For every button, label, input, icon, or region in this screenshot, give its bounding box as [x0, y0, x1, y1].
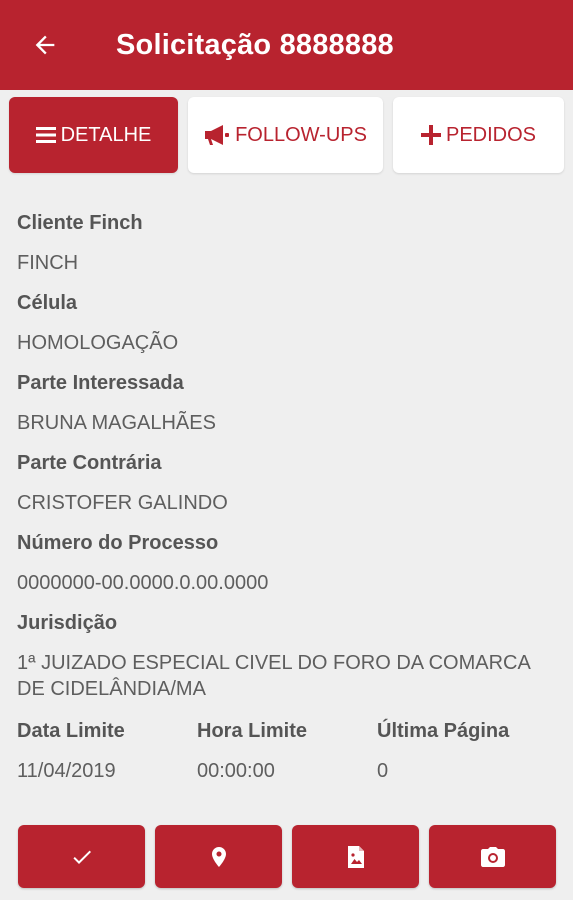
tab-follow-ups[interactable]: FOLLOW-UPS — [188, 97, 383, 173]
tab-detalhe-label: DETALHE — [60, 123, 152, 146]
megaphone-icon — [204, 124, 230, 146]
camera-button[interactable] — [429, 825, 556, 888]
data-limite-value: 11/04/2019 — [17, 760, 116, 782]
location-button[interactable] — [155, 825, 282, 888]
deadline-row-labels: Data Limite Hora Limite Última Página — [17, 716, 557, 756]
jurisdicao-label: Jurisdição — [17, 612, 118, 634]
tab-follow-ups-label: FOLLOW-UPS — [235, 123, 367, 146]
back-button[interactable] — [0, 0, 90, 90]
details-panel: Cliente Finch FINCH Célula HOMOLOGAÇÃO P… — [17, 208, 557, 796]
page-title: Solicitação 8888888 — [116, 28, 394, 61]
celula-label: Célula — [17, 292, 78, 314]
checkmark-icon — [72, 850, 91, 864]
parte-interessada-label: Parte Interessada — [17, 372, 184, 394]
parte-interessada-value: BRUNA MAGALHÃES — [17, 412, 216, 434]
app-screen: Solicitação 8888888 DETALHE FOLLOW-UPS P… — [0, 0, 573, 900]
numero-processo-label: Número do Processo — [17, 532, 219, 554]
menu-lines-icon — [35, 126, 56, 144]
tab-detalhe[interactable]: DETALHE — [9, 97, 178, 173]
plus-icon — [420, 125, 441, 145]
app-bar: Solicitação 8888888 — [0, 0, 573, 90]
ultima-pagina-label: Última Página — [377, 720, 510, 742]
jurisdicao-value: 1ª JUIZADO ESPECIAL CIVEL DO FORO DA COM… — [17, 652, 530, 700]
hora-limite-value: 00:00:00 — [197, 760, 275, 782]
cliente-value: FINCH — [17, 252, 79, 274]
attach-image-button[interactable] — [292, 825, 419, 888]
deadline-row-values: 11/04/2019 00:00:00 0 — [17, 756, 557, 796]
parte-contraria-label: Parte Contrária — [17, 452, 162, 474]
parte-contraria-value: CRISTOFER GALINDO — [17, 492, 228, 514]
camera-icon — [480, 846, 505, 867]
cliente-label: Cliente Finch — [17, 212, 143, 234]
action-bar — [18, 825, 557, 888]
arrow-back-icon — [35, 35, 55, 55]
tab-pedidos-label: PEDIDOS — [445, 123, 537, 146]
ultima-pagina-value: 0 — [377, 760, 389, 782]
confirm-button[interactable] — [18, 825, 145, 888]
image-file-icon — [347, 845, 364, 868]
hora-limite-label: Hora Limite — [197, 720, 308, 742]
celula-value: HOMOLOGAÇÃO — [17, 332, 179, 354]
location-pin-icon — [211, 846, 226, 867]
numero-processo-value: 0000000-00.0000.0.00.0000 — [17, 572, 269, 594]
data-limite-label: Data Limite — [17, 720, 125, 742]
tab-pedidos[interactable]: PEDIDOS — [393, 97, 564, 173]
tab-bar: DETALHE FOLLOW-UPS PEDIDOS — [9, 97, 564, 173]
